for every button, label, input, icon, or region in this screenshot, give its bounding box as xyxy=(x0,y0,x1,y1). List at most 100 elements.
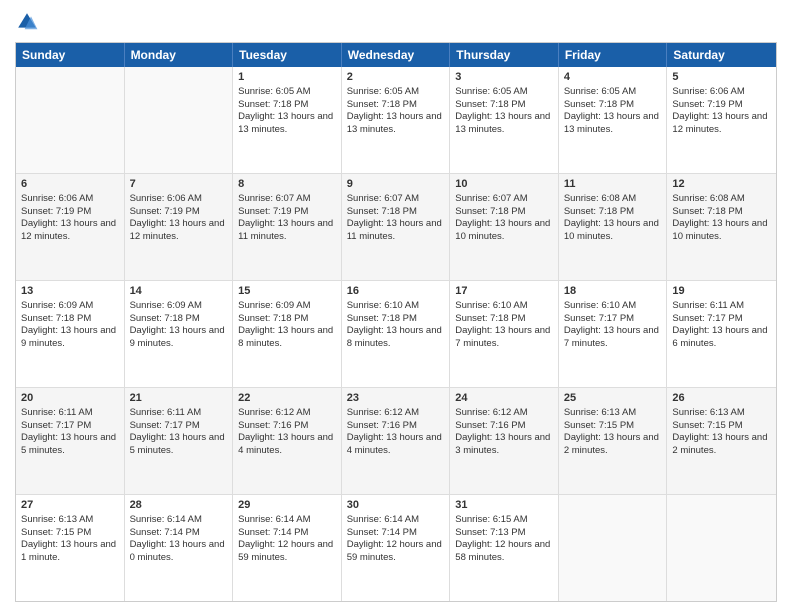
day-info: Daylight: 13 hours and 12 minutes. xyxy=(130,218,228,244)
day-info: Daylight: 13 hours and 0 minutes. xyxy=(130,539,228,565)
day-cell-15: 15Sunrise: 6:09 AMSunset: 7:18 PMDayligh… xyxy=(233,281,342,387)
day-info: Sunset: 7:18 PM xyxy=(455,99,553,112)
day-info: Daylight: 13 hours and 7 minutes. xyxy=(455,325,553,351)
day-info: Daylight: 13 hours and 13 minutes. xyxy=(238,111,336,137)
day-info: Sunset: 7:15 PM xyxy=(564,420,662,433)
day-info: Sunset: 7:19 PM xyxy=(21,206,119,219)
day-info: Sunrise: 6:12 AM xyxy=(347,407,445,420)
day-info: Sunrise: 6:05 AM xyxy=(238,86,336,99)
day-number: 23 xyxy=(347,391,445,406)
logo-icon xyxy=(15,10,39,34)
day-number: 4 xyxy=(564,70,662,85)
day-cell-14: 14Sunrise: 6:09 AMSunset: 7:18 PMDayligh… xyxy=(125,281,234,387)
day-number: 7 xyxy=(130,177,228,192)
day-cell-11: 11Sunrise: 6:08 AMSunset: 7:18 PMDayligh… xyxy=(559,174,668,280)
day-cell-23: 23Sunrise: 6:12 AMSunset: 7:16 PMDayligh… xyxy=(342,388,451,494)
day-info: Sunrise: 6:05 AM xyxy=(564,86,662,99)
day-cell-18: 18Sunrise: 6:10 AMSunset: 7:17 PMDayligh… xyxy=(559,281,668,387)
day-info: Sunset: 7:16 PM xyxy=(455,420,553,433)
day-info: Sunrise: 6:09 AM xyxy=(130,300,228,313)
day-info: Daylight: 13 hours and 1 minute. xyxy=(21,539,119,565)
day-info: Daylight: 13 hours and 13 minutes. xyxy=(455,111,553,137)
day-header-thursday: Thursday xyxy=(450,43,559,67)
day-info: Daylight: 13 hours and 11 minutes. xyxy=(238,218,336,244)
calendar: SundayMondayTuesdayWednesdayThursdayFrid… xyxy=(15,42,777,602)
day-info: Sunrise: 6:12 AM xyxy=(455,407,553,420)
day-number: 22 xyxy=(238,391,336,406)
day-number: 8 xyxy=(238,177,336,192)
day-cell-28: 28Sunrise: 6:14 AMSunset: 7:14 PMDayligh… xyxy=(125,495,234,601)
day-info: Sunrise: 6:07 AM xyxy=(455,193,553,206)
day-info: Sunrise: 6:13 AM xyxy=(564,407,662,420)
day-info: Sunset: 7:18 PM xyxy=(347,206,445,219)
day-info: Daylight: 13 hours and 10 minutes. xyxy=(672,218,771,244)
day-number: 2 xyxy=(347,70,445,85)
day-number: 30 xyxy=(347,498,445,513)
day-info: Sunset: 7:15 PM xyxy=(21,527,119,540)
day-info: Sunset: 7:18 PM xyxy=(238,313,336,326)
day-info: Sunset: 7:18 PM xyxy=(347,99,445,112)
day-info: Sunset: 7:16 PM xyxy=(238,420,336,433)
day-cell-21: 21Sunrise: 6:11 AMSunset: 7:17 PMDayligh… xyxy=(125,388,234,494)
day-info: Sunrise: 6:14 AM xyxy=(130,514,228,527)
day-number: 11 xyxy=(564,177,662,192)
day-info: Sunrise: 6:10 AM xyxy=(455,300,553,313)
day-cell-12: 12Sunrise: 6:08 AMSunset: 7:18 PMDayligh… xyxy=(667,174,776,280)
day-number: 28 xyxy=(130,498,228,513)
day-info: Sunset: 7:18 PM xyxy=(455,206,553,219)
empty-cell xyxy=(16,67,125,173)
day-number: 17 xyxy=(455,284,553,299)
day-cell-13: 13Sunrise: 6:09 AMSunset: 7:18 PMDayligh… xyxy=(16,281,125,387)
day-cell-9: 9Sunrise: 6:07 AMSunset: 7:18 PMDaylight… xyxy=(342,174,451,280)
day-info: Daylight: 13 hours and 11 minutes. xyxy=(347,218,445,244)
day-info: Sunset: 7:19 PM xyxy=(130,206,228,219)
day-info: Daylight: 13 hours and 4 minutes. xyxy=(238,432,336,458)
day-cell-19: 19Sunrise: 6:11 AMSunset: 7:17 PMDayligh… xyxy=(667,281,776,387)
day-info: Sunrise: 6:13 AM xyxy=(21,514,119,527)
empty-cell xyxy=(559,495,668,601)
day-number: 19 xyxy=(672,284,771,299)
day-cell-30: 30Sunrise: 6:14 AMSunset: 7:14 PMDayligh… xyxy=(342,495,451,601)
day-cell-29: 29Sunrise: 6:14 AMSunset: 7:14 PMDayligh… xyxy=(233,495,342,601)
day-cell-26: 26Sunrise: 6:13 AMSunset: 7:15 PMDayligh… xyxy=(667,388,776,494)
day-number: 10 xyxy=(455,177,553,192)
day-info: Sunrise: 6:11 AM xyxy=(21,407,119,420)
day-number: 21 xyxy=(130,391,228,406)
day-info: Daylight: 13 hours and 12 minutes. xyxy=(672,111,771,137)
day-info: Sunset: 7:18 PM xyxy=(347,313,445,326)
day-info: Sunset: 7:18 PM xyxy=(130,313,228,326)
day-cell-31: 31Sunrise: 6:15 AMSunset: 7:13 PMDayligh… xyxy=(450,495,559,601)
header xyxy=(15,10,777,34)
calendar-row: 1Sunrise: 6:05 AMSunset: 7:18 PMDaylight… xyxy=(16,67,776,173)
day-info: Sunset: 7:17 PM xyxy=(130,420,228,433)
day-info: Sunset: 7:17 PM xyxy=(672,313,771,326)
day-cell-16: 16Sunrise: 6:10 AMSunset: 7:18 PMDayligh… xyxy=(342,281,451,387)
day-info: Sunrise: 6:05 AM xyxy=(455,86,553,99)
day-info: Daylight: 13 hours and 8 minutes. xyxy=(347,325,445,351)
day-cell-6: 6Sunrise: 6:06 AMSunset: 7:19 PMDaylight… xyxy=(16,174,125,280)
day-header-monday: Monday xyxy=(125,43,234,67)
day-cell-20: 20Sunrise: 6:11 AMSunset: 7:17 PMDayligh… xyxy=(16,388,125,494)
day-info: Daylight: 12 hours and 58 minutes. xyxy=(455,539,553,565)
day-info: Sunrise: 6:11 AM xyxy=(672,300,771,313)
day-number: 14 xyxy=(130,284,228,299)
day-info: Sunset: 7:17 PM xyxy=(21,420,119,433)
day-info: Sunset: 7:14 PM xyxy=(238,527,336,540)
day-info: Sunset: 7:13 PM xyxy=(455,527,553,540)
day-info: Sunset: 7:19 PM xyxy=(672,99,771,112)
day-info: Daylight: 13 hours and 8 minutes. xyxy=(238,325,336,351)
day-info: Sunrise: 6:08 AM xyxy=(672,193,771,206)
day-info: Sunrise: 6:09 AM xyxy=(238,300,336,313)
day-number: 20 xyxy=(21,391,119,406)
day-info: Sunrise: 6:10 AM xyxy=(564,300,662,313)
day-info: Daylight: 13 hours and 10 minutes. xyxy=(564,218,662,244)
day-info: Daylight: 13 hours and 3 minutes. xyxy=(455,432,553,458)
calendar-row: 13Sunrise: 6:09 AMSunset: 7:18 PMDayligh… xyxy=(16,280,776,387)
empty-cell xyxy=(667,495,776,601)
page: SundayMondayTuesdayWednesdayThursdayFrid… xyxy=(0,0,792,612)
day-number: 6 xyxy=(21,177,119,192)
day-info: Sunset: 7:17 PM xyxy=(564,313,662,326)
day-number: 24 xyxy=(455,391,553,406)
day-info: Sunset: 7:18 PM xyxy=(238,99,336,112)
day-info: Sunrise: 6:15 AM xyxy=(455,514,553,527)
